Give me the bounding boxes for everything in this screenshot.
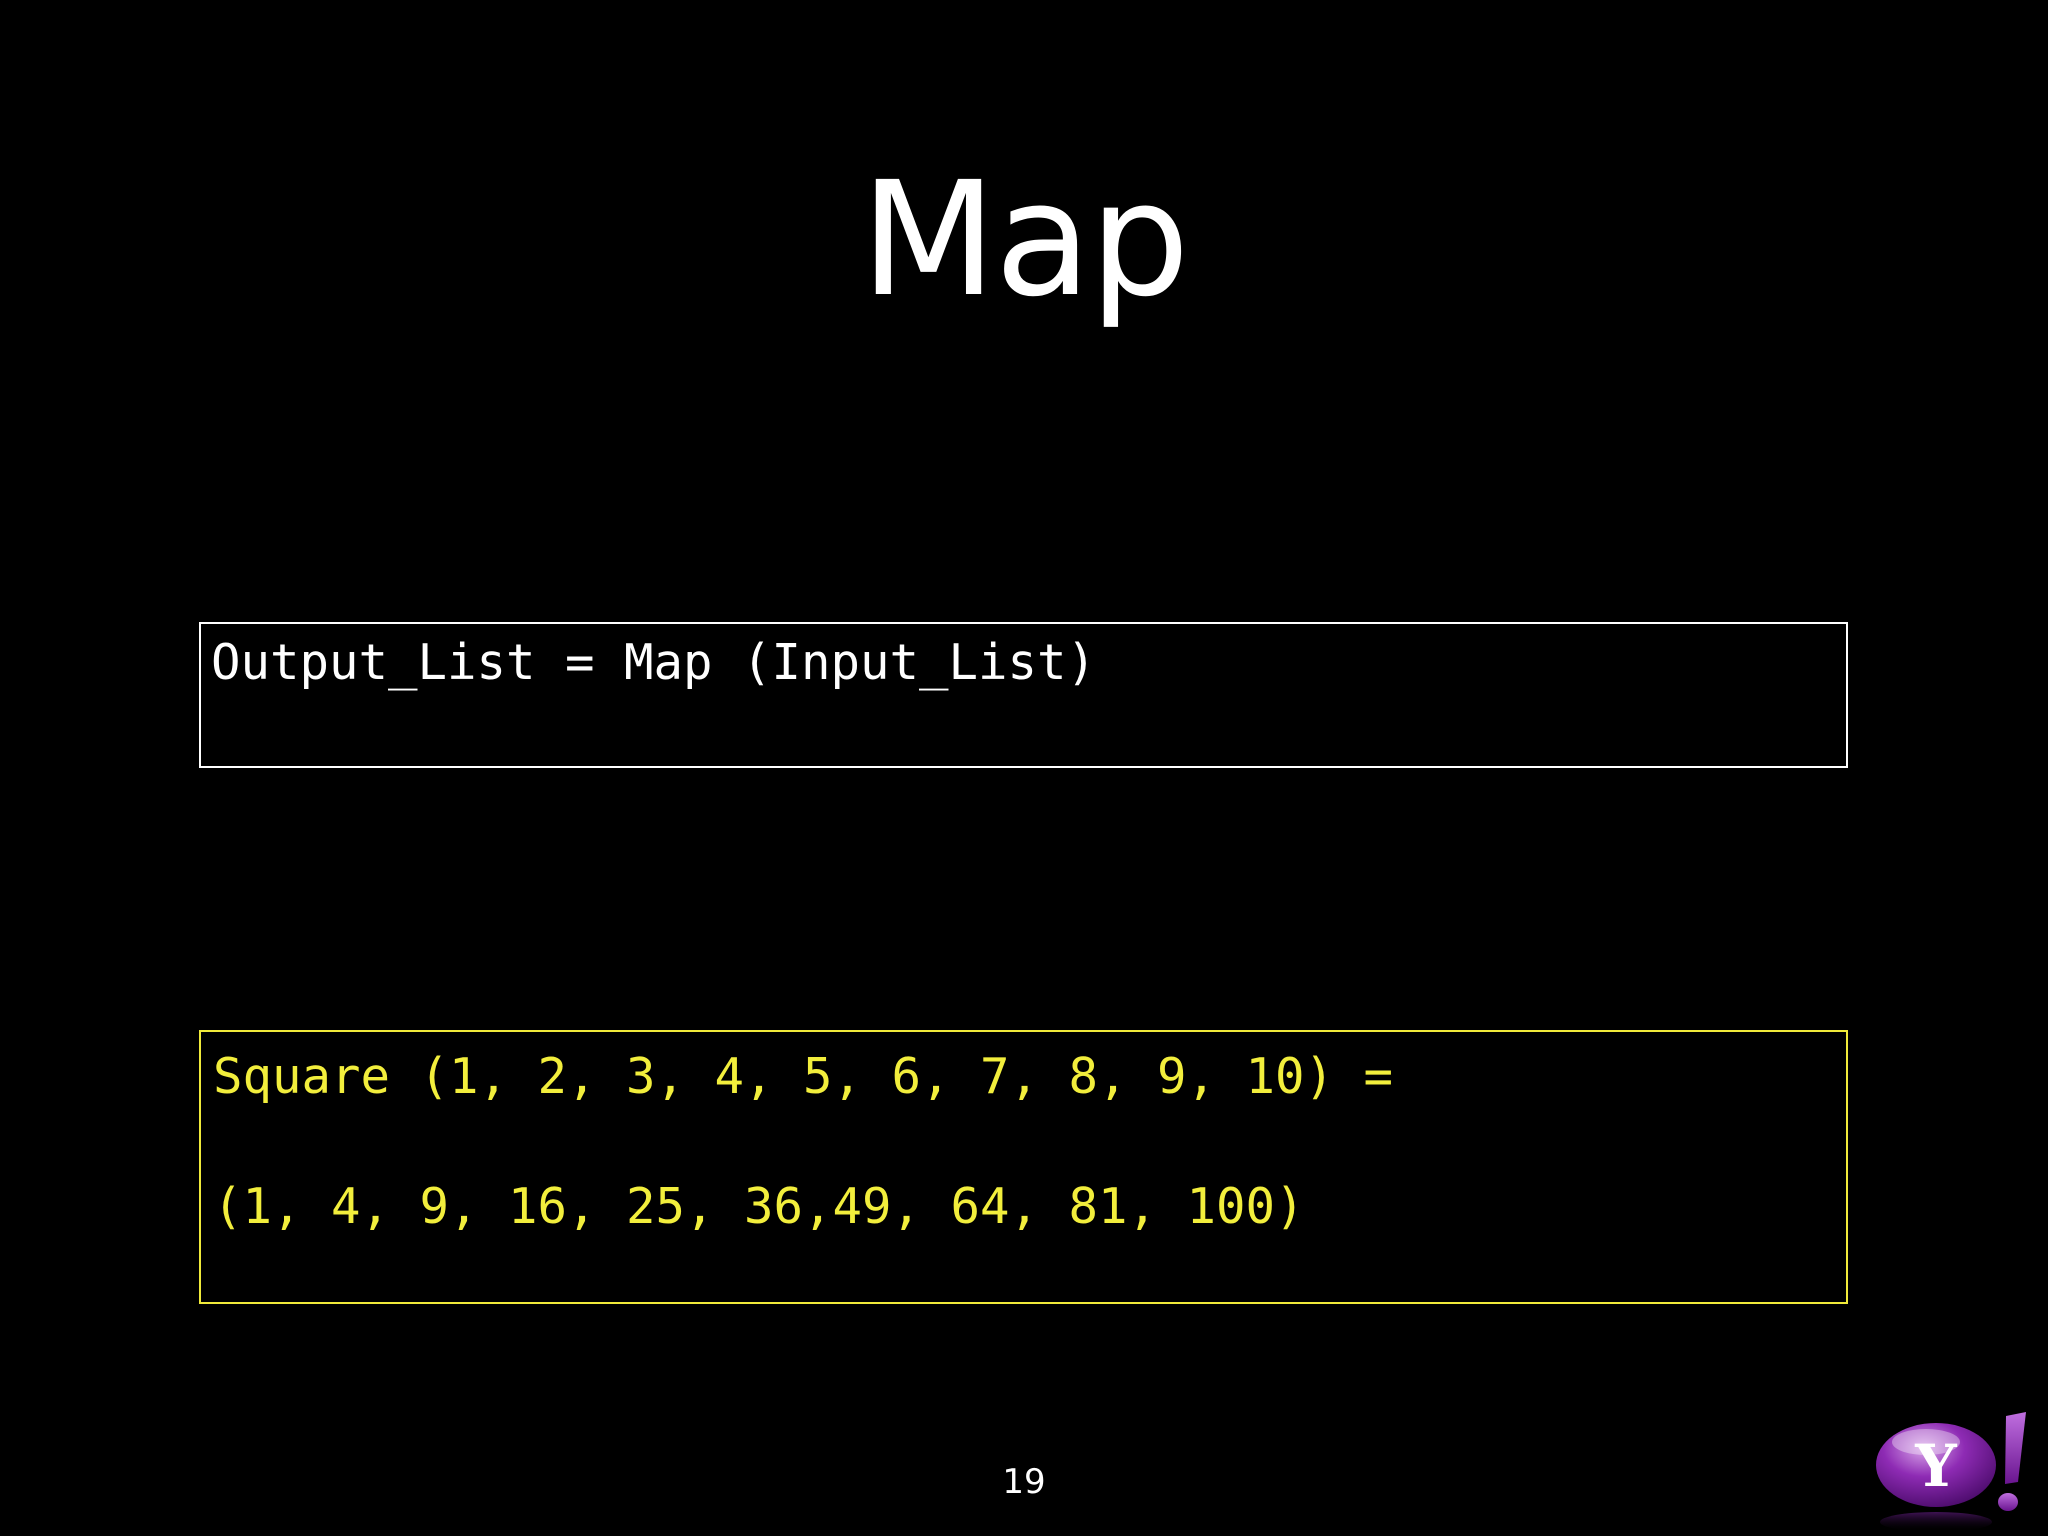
svg-text:Y: Y: [1914, 1432, 1957, 1500]
example-code-box: Square (1, 2, 3, 4, 5, 6, 7, 8, 9, 10) =…: [199, 1030, 1848, 1304]
definition-code-line: Output_List = Map (Input_List): [211, 634, 1097, 691]
page-number: 19: [1002, 1462, 1046, 1502]
example-input-line: Square (1, 2, 3, 4, 5, 6, 7, 8, 9, 10) =: [213, 1048, 1394, 1105]
yahoo-logo-icon: Y: [1876, 1412, 2026, 1532]
example-line-spacer: [213, 1107, 1846, 1177]
slide-title: Map: [860, 148, 1189, 332]
definition-code-box: Output_List = Map (Input_List): [199, 622, 1848, 768]
example-output-line: (1, 4, 9, 16, 25, 36,49, 64, 81, 100): [213, 1178, 1305, 1235]
